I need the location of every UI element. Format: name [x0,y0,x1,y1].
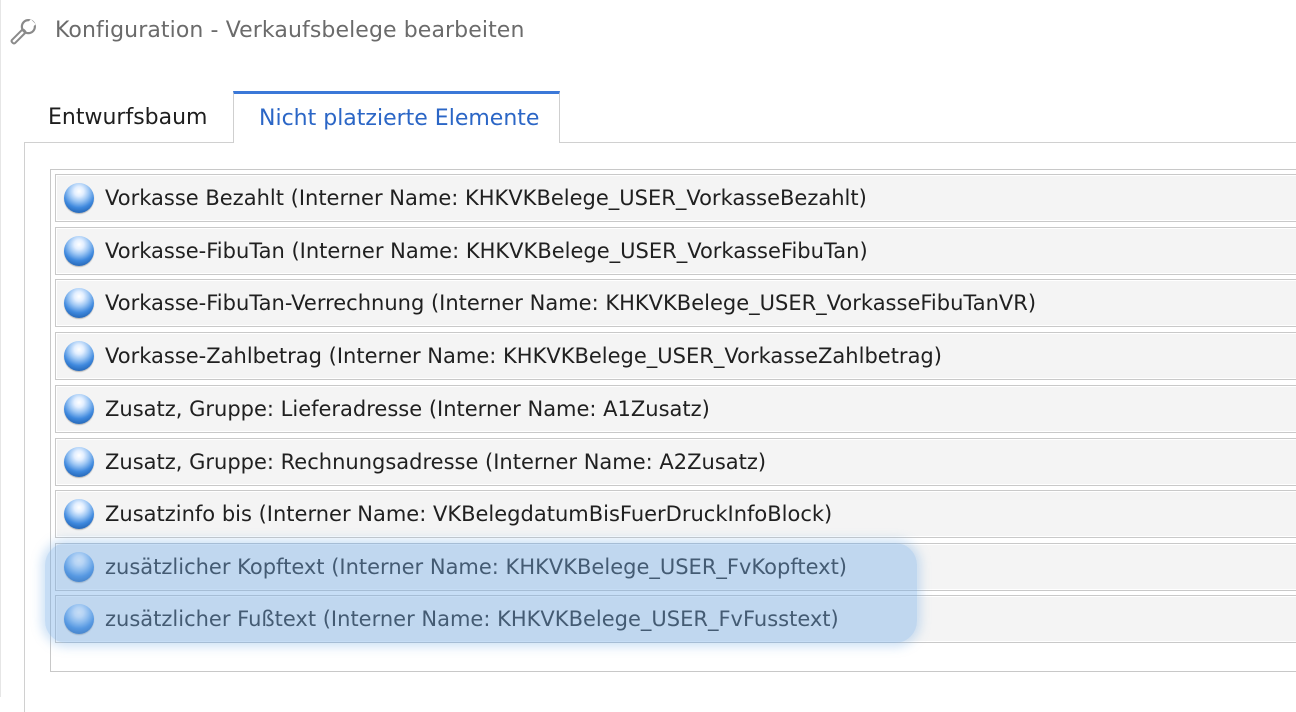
list-item[interactable]: Zusatz, Gruppe: Lieferadresse (Interner … [55,385,1296,433]
blue-ball-icon [64,288,94,318]
list-item-label: Vorkasse-FibuTan (Interner Name: KHKVKBe… [105,239,868,263]
list-item-label: Zusatz, Gruppe: Lieferadresse (Interner … [105,397,710,421]
wrench-icon [5,16,39,50]
tab-nicht-platzierte-elemente[interactable]: Nicht platzierte Elemente [233,91,560,143]
list-item[interactable]: Zusatzinfo bis (Interner Name: VKBelegda… [55,490,1296,538]
list-item-label: zusätzlicher Fußtext (Interner Name: KHK… [105,607,839,631]
list-item[interactable]: Vorkasse-FibuTan (Interner Name: KHKVKBe… [55,227,1296,275]
blue-ball-icon [64,447,94,477]
list-item-label: Vorkasse-FibuTan-Verrechnung (Interner N… [105,291,1037,315]
window-title: Konfiguration - Verkaufsbelege bearbeite… [55,18,525,43]
list-item[interactable]: Vorkasse-FibuTan-Verrechnung (Interner N… [55,279,1296,327]
blue-ball-icon [64,394,94,424]
blue-ball-icon [64,183,94,213]
list-item-label: Vorkasse Bezahlt (Interner Name: KHKVKBe… [105,186,867,210]
blue-ball-icon [64,604,94,634]
list-item[interactable]: zusätzlicher Fußtext (Interner Name: KHK… [55,595,1296,643]
list-item[interactable]: zusätzlicher Kopftext (Interner Name: KH… [55,543,1296,591]
list-item-label: zusätzlicher Kopftext (Interner Name: KH… [105,555,847,579]
title-bar: Konfiguration - Verkaufsbelege bearbeite… [1,0,1296,66]
configuration-window: Konfiguration - Verkaufsbelege bearbeite… [0,0,1296,712]
blue-ball-icon [64,499,94,529]
list-item-label: Vorkasse-Zahlbetrag (Interner Name: KHKV… [105,344,942,368]
tab-entwurfsbaum[interactable]: Entwurfsbaum [27,91,233,143]
list-item[interactable]: Vorkasse Bezahlt (Interner Name: KHKVKBe… [55,174,1296,222]
list-item-label: Zusatzinfo bis (Interner Name: VKBelegda… [105,502,833,526]
blue-ball-icon [64,236,94,266]
list-item-label: Zusatz, Gruppe: Rechnungsadresse (Intern… [105,450,767,474]
list-item[interactable]: Zusatz, Gruppe: Rechnungsadresse (Intern… [55,438,1296,486]
blue-ball-icon [64,552,94,582]
list-item[interactable]: Vorkasse-Zahlbetrag (Interner Name: KHKV… [55,332,1296,380]
blue-ball-icon [64,341,94,371]
